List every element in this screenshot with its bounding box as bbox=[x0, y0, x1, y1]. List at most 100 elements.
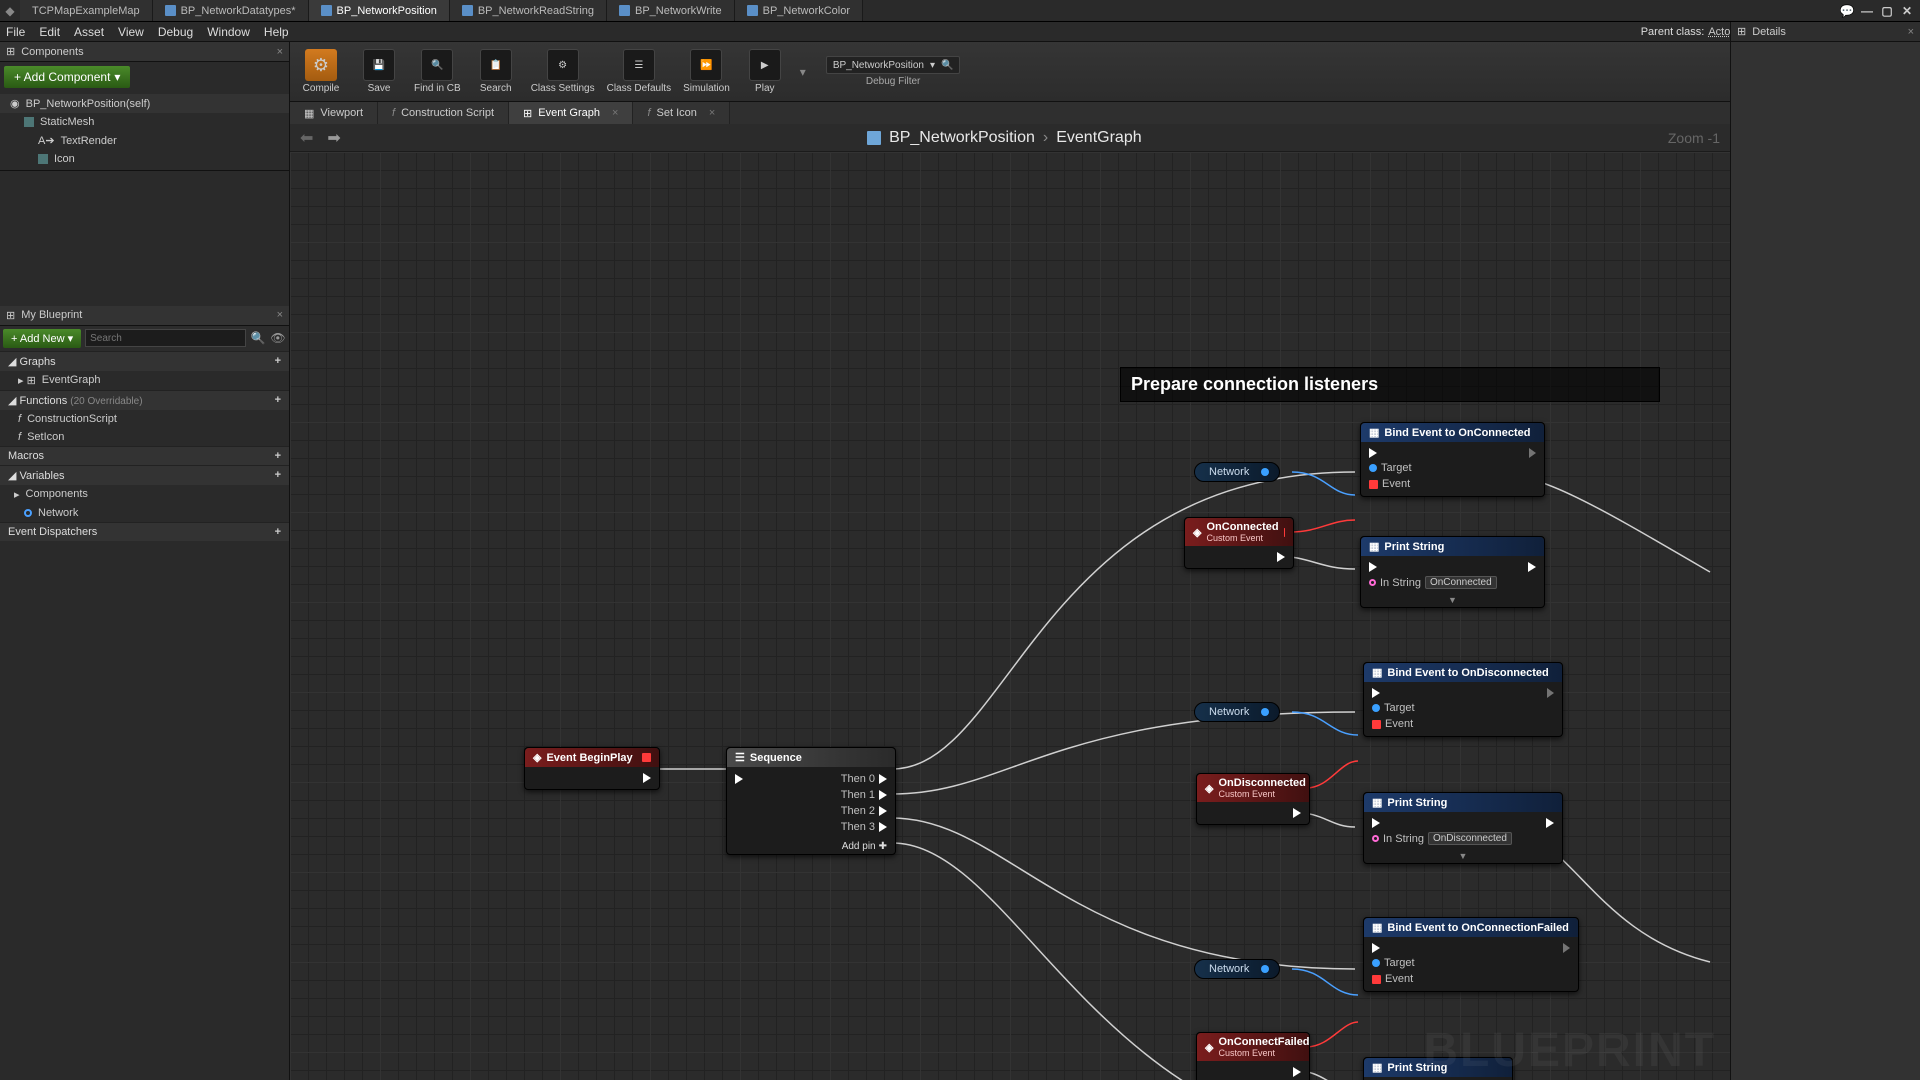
node-print-connected[interactable]: ▦ Print String In String OnConnected ▼ bbox=[1360, 536, 1545, 608]
node-bind-failed[interactable]: ▦ Bind Event to OnConnectionFailed Targe… bbox=[1363, 917, 1579, 992]
node-sequence[interactable]: ☰ Sequence Then 0 Then 1 Then 2 Then 3 A… bbox=[726, 747, 896, 855]
string-pin-icon[interactable] bbox=[1369, 579, 1376, 586]
graphtab-eventgraph[interactable]: ⊞ Event Graph× bbox=[509, 102, 633, 124]
functions-category[interactable]: ◢ Functions (20 Overridable)+ bbox=[0, 390, 289, 410]
menu-view[interactable]: View bbox=[118, 25, 144, 39]
components-panel-tab[interactable]: ⊞ Components× bbox=[0, 42, 289, 62]
component-staticmesh[interactable]: StaticMesh bbox=[0, 113, 289, 131]
maximize-icon[interactable]: ▢ bbox=[1878, 3, 1896, 19]
menu-window[interactable]: Window bbox=[207, 25, 250, 39]
menu-asset[interactable]: Asset bbox=[74, 25, 104, 39]
tab-map[interactable]: TCPMapExampleMap bbox=[20, 0, 153, 21]
exec-out-pin-icon[interactable] bbox=[1546, 818, 1554, 828]
close-tab-icon[interactable]: × bbox=[612, 107, 618, 119]
menu-help[interactable]: Help bbox=[264, 25, 289, 39]
add-macro-icon[interactable]: + bbox=[275, 450, 281, 462]
node-event-beginplay[interactable]: ◈ Event BeginPlay bbox=[524, 747, 660, 790]
graphs-category[interactable]: ◢ Graphs+ bbox=[0, 351, 289, 371]
node-ondisconnected[interactable]: ◈ OnDisconnectedCustom Event bbox=[1196, 773, 1310, 825]
exec-out-pin-icon[interactable] bbox=[879, 806, 887, 816]
search-icon[interactable]: 🔍 bbox=[250, 331, 266, 345]
object-pin-icon[interactable] bbox=[1372, 704, 1380, 712]
exec-out-pin-icon[interactable] bbox=[1528, 562, 1536, 572]
exec-out-pin-icon[interactable] bbox=[879, 774, 887, 784]
exec-out-pin-icon[interactable] bbox=[1547, 688, 1554, 698]
findincb-button[interactable]: 🔍Find in CB bbox=[414, 49, 461, 94]
add-new-button[interactable]: + Add New ▾ bbox=[3, 329, 81, 348]
component-textrender[interactable]: A➔ TextRender bbox=[0, 131, 289, 150]
node-onconnectfailed[interactable]: ◈ OnConnectFailedCustom Event bbox=[1196, 1032, 1310, 1080]
tab-write[interactable]: BP_NetworkWrite bbox=[607, 0, 735, 21]
menu-debug[interactable]: Debug bbox=[158, 25, 193, 39]
node-bind-onconnected[interactable]: ▦ Bind Event to OnConnected Target Event bbox=[1360, 422, 1545, 497]
search-button[interactable]: 📋Search bbox=[473, 49, 519, 94]
expand-node-icon[interactable]: ▼ bbox=[1364, 851, 1562, 863]
variables-components-sub[interactable]: ▸ Components bbox=[0, 485, 289, 504]
exec-out-pin-icon[interactable] bbox=[1529, 448, 1536, 458]
exec-out-pin-icon[interactable] bbox=[879, 822, 887, 832]
exec-out-pin-icon[interactable] bbox=[643, 773, 651, 783]
component-icon[interactable]: Icon bbox=[0, 150, 289, 168]
compile-button[interactable]: ⚙Compile bbox=[298, 49, 344, 94]
graphtab-viewport[interactable]: ▦ Viewport bbox=[290, 102, 378, 124]
simulation-button[interactable]: ⏩Simulation bbox=[683, 49, 730, 94]
variables-category[interactable]: ◢ Variables+ bbox=[0, 465, 289, 485]
classdefaults-button[interactable]: ☰Class Defaults bbox=[607, 49, 671, 94]
minimize-icon[interactable]: — bbox=[1858, 3, 1876, 19]
func-seticon[interactable]: f SetIcon bbox=[0, 428, 289, 446]
add-variable-icon[interactable]: + bbox=[275, 469, 281, 481]
exec-out-pin-icon[interactable] bbox=[1293, 808, 1301, 818]
expand-node-icon[interactable]: ▼ bbox=[1361, 595, 1544, 607]
close-panel-icon[interactable]: × bbox=[277, 46, 283, 58]
view-options-icon[interactable]: 👁 bbox=[270, 331, 286, 345]
node-var-network-3[interactable]: Network bbox=[1194, 959, 1280, 979]
graphtab-seticon[interactable]: fSet Icon× bbox=[633, 102, 730, 124]
graph-canvas[interactable]: Prepare connection listeners ◈ Event Beg… bbox=[290, 152, 1730, 1080]
close-icon[interactable]: ✕ bbox=[1898, 3, 1916, 19]
debug-object-dropdown[interactable]: BP_NetworkPosition▾ 🔍 bbox=[826, 56, 961, 74]
exec-in-pin-icon[interactable] bbox=[1369, 448, 1377, 458]
add-pin-button[interactable]: Add pin ✚ bbox=[727, 839, 895, 854]
node-bind-ondisconnected[interactable]: ▦ Bind Event to OnDisconnected Target Ev… bbox=[1363, 662, 1563, 737]
macros-category[interactable]: Macros+ bbox=[0, 446, 289, 465]
node-var-network-2[interactable]: Network bbox=[1194, 702, 1280, 722]
eventgraph-item[interactable]: ▸ ⊞ EventGraph bbox=[0, 371, 289, 390]
send-feedback-icon[interactable]: 💬 bbox=[1838, 3, 1856, 19]
func-constructionscript[interactable]: f ConstructionScript bbox=[0, 410, 289, 428]
exec-in-pin-icon[interactable] bbox=[1372, 943, 1380, 953]
delegate-pin-icon[interactable] bbox=[1284, 528, 1285, 537]
exec-in-pin-icon[interactable] bbox=[735, 774, 743, 784]
tab-color[interactable]: BP_NetworkColor bbox=[735, 0, 863, 21]
comment-node[interactable]: Prepare connection listeners bbox=[1120, 367, 1660, 402]
add-dispatcher-icon[interactable]: + bbox=[275, 526, 281, 538]
add-graph-icon[interactable]: + bbox=[275, 355, 281, 367]
close-panel-icon[interactable]: × bbox=[1908, 26, 1914, 38]
component-root[interactable]: ◉ BP_NetworkPosition(self) bbox=[0, 94, 289, 113]
object-pin-icon[interactable] bbox=[1369, 464, 1377, 472]
close-panel-icon[interactable]: × bbox=[277, 309, 283, 321]
delegate-pin-icon[interactable] bbox=[1369, 480, 1378, 489]
delegate-pin-icon[interactable] bbox=[642, 753, 651, 762]
search-myblueprint-input[interactable] bbox=[85, 329, 246, 347]
delegate-pin-icon[interactable] bbox=[1372, 720, 1381, 729]
instring-value[interactable]: OnDisconnected bbox=[1428, 832, 1512, 845]
graphtab-construction[interactable]: fConstruction Script bbox=[378, 102, 509, 124]
variable-network[interactable]: Network bbox=[0, 504, 289, 522]
node-print-disconnected[interactable]: ▦ Print String In String OnDisconnected … bbox=[1363, 792, 1563, 864]
tab-datatypes[interactable]: BP_NetworkDatatypes* bbox=[153, 0, 309, 21]
close-tab-icon[interactable]: × bbox=[709, 107, 715, 119]
details-panel-tab[interactable]: ⊞ Details× bbox=[1731, 22, 1920, 42]
node-var-network-1[interactable]: Network bbox=[1194, 462, 1280, 482]
exec-in-pin-icon[interactable] bbox=[1369, 562, 1377, 572]
breadcrumb-asset[interactable]: BP_NetworkPosition bbox=[889, 129, 1035, 147]
myblueprint-panel-tab[interactable]: ⊞ My Blueprint× bbox=[0, 306, 289, 326]
object-pin-icon[interactable] bbox=[1261, 708, 1269, 716]
node-onconnected[interactable]: ◈ OnConnectedCustom Event bbox=[1184, 517, 1294, 569]
save-button[interactable]: 💾Save bbox=[356, 49, 402, 94]
exec-in-pin-icon[interactable] bbox=[1372, 688, 1380, 698]
add-function-icon[interactable]: + bbox=[275, 394, 281, 406]
exec-out-pin-icon[interactable] bbox=[1277, 552, 1285, 562]
instring-value[interactable]: OnConnected bbox=[1425, 576, 1497, 589]
menu-edit[interactable]: Edit bbox=[39, 25, 60, 39]
object-pin-icon[interactable] bbox=[1261, 468, 1269, 476]
